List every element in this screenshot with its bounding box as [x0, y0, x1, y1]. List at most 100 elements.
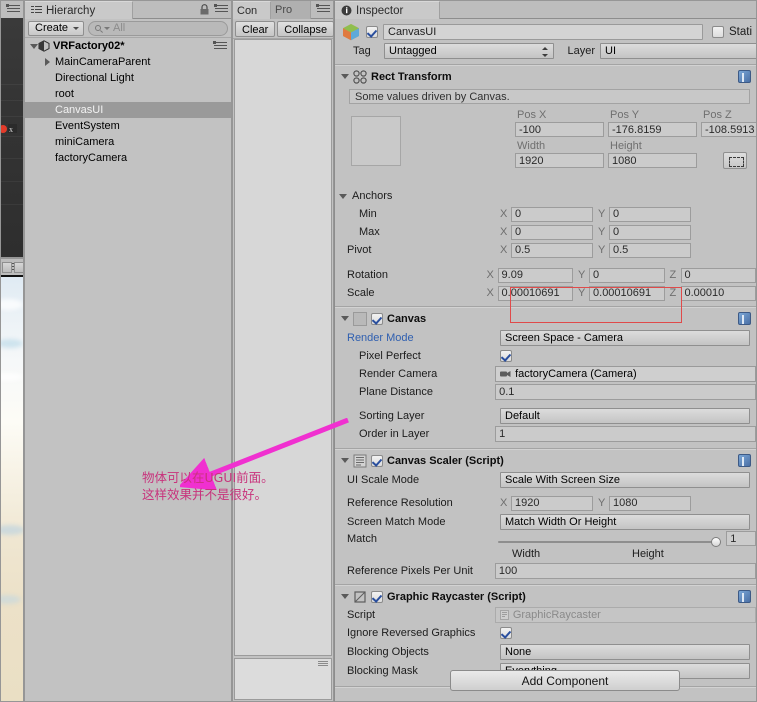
tag-dropdown[interactable]: Untagged — [384, 43, 554, 59]
canvas-scaler-enabled-checkbox[interactable] — [371, 454, 383, 467]
screen-match-mode-dropdown[interactable]: Match Width Or Height — [500, 513, 750, 530]
hierarchy-item-eventsystem[interactable]: EventSystem — [25, 118, 231, 134]
help-book-icon[interactable] — [738, 70, 751, 83]
rotation-z-input[interactable]: 0 — [680, 267, 756, 283]
pivot-x-input[interactable]: 0.5 — [511, 242, 593, 258]
chevron-down-icon[interactable] — [340, 74, 349, 79]
chevron-down-icon[interactable] — [338, 194, 347, 199]
hierarchy-menu-icon[interactable] — [214, 4, 228, 14]
scene-view-panel[interactable]: x — [0, 0, 24, 258]
hierarchy-item-factorycamera[interactable]: factoryCamera — [25, 150, 231, 166]
canvas-scaler-header[interactable]: Canvas Scaler (Script) — [335, 451, 756, 470]
ui-scale-mode-row: UI Scale Mode Scale With Screen Size — [335, 470, 756, 489]
anchors-row[interactable]: Anchors — [335, 187, 756, 205]
canvas-component-header[interactable]: Canvas — [335, 309, 756, 328]
blocking-objects-dropdown[interactable]: None — [500, 643, 750, 660]
scale-z-input[interactable]: 0.00010 — [680, 285, 756, 301]
chevron-down-icon[interactable] — [29, 44, 38, 49]
graphic-raycaster-enabled-checkbox[interactable] — [371, 590, 383, 603]
hierarchy-item-minicamera[interactable]: miniCamera — [25, 134, 231, 150]
pivot-y-input[interactable]: 0.5 — [609, 242, 691, 258]
inspector-panel[interactable]: Inspector CanvasUI Stati Tag Untagged La… — [334, 0, 757, 702]
tab-console[interactable]: Con — [233, 1, 271, 19]
game-view-viewport[interactable] — [1, 277, 23, 701]
height-input[interactable]: 1080 — [608, 153, 697, 168]
sorting-layer-dropdown[interactable]: Default — [500, 408, 750, 424]
hierarchy-item-maincameraparent[interactable]: MainCameraParent — [25, 54, 231, 70]
create-button[interactable]: Create — [28, 20, 85, 36]
add-component-button[interactable]: Add Component — [450, 670, 680, 691]
console-detail-pane[interactable] — [234, 658, 332, 700]
scene-context-menu-icon[interactable] — [213, 41, 227, 51]
console-log-list[interactable] — [234, 39, 332, 656]
rotation-y-input[interactable]: 0 — [589, 267, 665, 283]
gameobject-name-input[interactable]: CanvasUI — [383, 23, 703, 40]
reference-pixels-per-unit-input[interactable]: 100 — [494, 562, 756, 579]
hierarchy-item-root[interactable]: root — [25, 86, 231, 102]
collapse-button[interactable]: Collapse — [277, 20, 335, 37]
scene-view-viewport[interactable]: x — [1, 18, 23, 257]
render-mode-dropdown[interactable]: Screen Space - Camera — [500, 329, 750, 346]
hierarchy-scene-root[interactable]: VRFactory02* — [25, 38, 231, 54]
console-panel[interactable]: Con Pro Clear Collapse — [232, 0, 335, 702]
pixel-perfect-checkbox[interactable] — [500, 350, 512, 362]
hierarchy-tree[interactable]: VRFactory02* MainCameraParent Directiona… — [25, 38, 231, 701]
pos-z-input[interactable]: -108.5913 — [701, 122, 756, 137]
match-value-input[interactable]: 1 — [726, 531, 756, 546]
game-view-display-dropdown[interactable] — [2, 262, 12, 273]
gameobject-cube-icon — [343, 23, 359, 40]
game-view-panel[interactable] — [0, 258, 24, 702]
order-in-layer-input[interactable]: 1 — [495, 426, 756, 442]
plane-distance-input[interactable]: 0.1 — [495, 384, 756, 400]
tab-inspector[interactable]: Inspector — [335, 1, 440, 19]
console-resize-grip[interactable] — [318, 661, 328, 667]
tab-project[interactable]: Pro — [271, 1, 311, 19]
static-checkbox[interactable] — [711, 25, 724, 38]
hierarchy-panel[interactable]: Hierarchy Create All VRFactory02* MainCa… — [24, 0, 232, 702]
blocking-objects-label: Blocking Objects — [347, 645, 429, 658]
hierarchy-item-canvasui[interactable]: CanvasUI — [25, 102, 231, 118]
console-menu-icon[interactable] — [316, 4, 330, 14]
inspector-content[interactable]: CanvasUI Stati Tag Untagged Layer UI Rec… — [335, 19, 756, 701]
match-slider[interactable] — [498, 536, 722, 547]
chevron-down-icon[interactable] — [340, 316, 349, 321]
help-book-icon[interactable] — [738, 312, 751, 325]
graphic-raycaster-header[interactable]: Graphic Raycaster (Script) — [335, 587, 756, 606]
chevron-right-icon[interactable] — [43, 58, 52, 66]
ui-scale-mode-dropdown[interactable]: Scale With Screen Size — [500, 471, 750, 488]
anchor-max-y-input[interactable]: 0 — [609, 224, 691, 240]
gameobject-active-checkbox[interactable] — [366, 25, 378, 38]
game-view-aspect-dropdown[interactable] — [14, 262, 23, 273]
canvas-enabled-checkbox[interactable] — [371, 312, 383, 325]
render-camera-objectfield[interactable]: factoryCamera (Camera) — [495, 366, 756, 382]
clear-button[interactable]: Clear — [235, 20, 276, 37]
scene-view-menu-icon[interactable] — [6, 4, 20, 14]
match-slider-knob[interactable] — [711, 536, 722, 547]
chevron-down-icon[interactable] — [340, 594, 349, 599]
ignore-reversed-graphics-checkbox[interactable] — [500, 627, 512, 639]
hierarchy-search-input[interactable]: All — [88, 20, 228, 36]
width-input[interactable]: 1920 — [515, 153, 604, 168]
reference-resolution-y-input[interactable]: 1080 — [609, 495, 691, 511]
anchor-min-x-input[interactable]: 0 — [511, 206, 593, 222]
scale-y-input[interactable]: 0.00010691 — [589, 285, 665, 301]
tab-hierarchy[interactable]: Hierarchy — [25, 1, 133, 19]
reference-resolution-x-input[interactable]: 1920 — [511, 495, 593, 511]
hierarchy-lock-icon[interactable] — [200, 4, 209, 15]
anchor-min-y-input[interactable]: 0 — [609, 206, 691, 222]
pos-x-input[interactable]: -100 — [515, 122, 604, 137]
scale-x-input[interactable]: 0.00010691 — [497, 285, 574, 301]
help-book-icon[interactable] — [738, 590, 751, 603]
blueprint-mode-button[interactable] — [723, 152, 747, 169]
anchor-max-x-input[interactable]: 0 — [511, 224, 593, 240]
rect-transform-header[interactable]: Rect Transform — [335, 67, 756, 86]
anchor-preset-button[interactable] — [351, 116, 401, 166]
chevron-updown-icon — [542, 47, 549, 57]
help-book-icon[interactable] — [738, 454, 751, 467]
pos-y-input[interactable]: -176.8159 — [608, 122, 697, 137]
hierarchy-item-directional-light[interactable]: Directional Light — [25, 70, 231, 86]
layer-dropdown[interactable]: UI — [600, 43, 756, 59]
chevron-down-icon — [73, 26, 80, 30]
canvas-component-title: Canvas — [387, 312, 427, 325]
rotation-x-input[interactable]: 9.09 — [497, 267, 574, 283]
